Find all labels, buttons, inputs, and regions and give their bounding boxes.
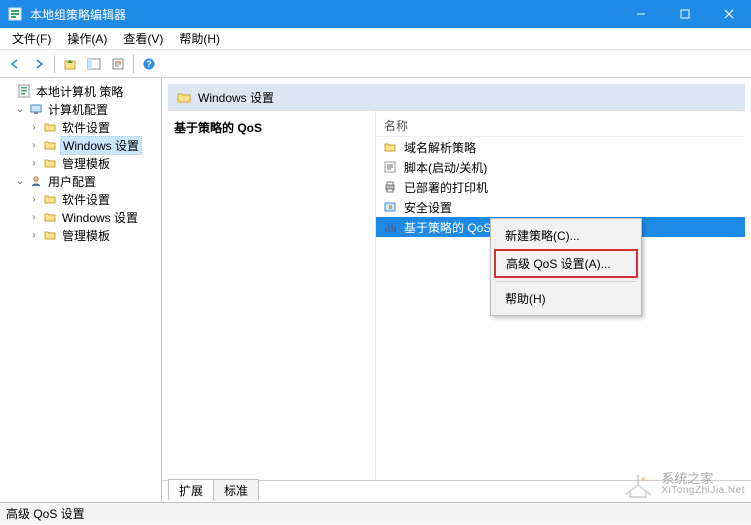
app-icon [8,6,24,22]
show-hide-tree-button[interactable] [83,53,105,75]
toolbar-separator [54,55,55,73]
tab-extended[interactable]: 扩展 [168,479,214,501]
folder-icon [42,191,58,207]
list-item-scripts[interactable]: 脚本(启动/关机) [376,157,745,177]
tree-windows-settings[interactable]: › Windows 设置 [0,136,161,154]
toolbar: ? [0,50,751,78]
close-button[interactable] [707,0,751,28]
tree-user-software[interactable]: › 软件设置 [0,190,161,208]
menu-view[interactable]: 查看(V) [115,28,171,49]
window-title: 本地组策略编辑器 [30,6,619,23]
watermark-text: 系统之家 XiTongZhiJia.Net [661,472,745,496]
list-label: 脚本(启动/关机) [402,159,489,176]
watermark: 系统之家 XiTongZhiJia.Net [621,469,745,499]
content-body: 基于策略的 QoS 名称 域名解析策略 脚本(启动/关机) 已部署的打印机 [168,110,745,480]
security-icon [382,200,398,214]
tree-label: 本地计算机 策略 [34,83,125,100]
tree-software-settings[interactable]: › 软件设置 [0,118,161,136]
tree-user-templates[interactable]: › 管理模板 [0,226,161,244]
tree-admin-templates[interactable]: › 管理模板 [0,154,161,172]
watermark-url: XiTongZhiJia.Net [661,485,745,496]
list-item-printers[interactable]: 已部署的打印机 [376,177,745,197]
computer-icon [28,101,44,117]
context-menu: 新建策略(C)... 高级 QoS 设置(A)... 帮助(H) [490,218,642,316]
tree-label: Windows 设置 [60,209,140,226]
list-item-security[interactable]: 安全设置 [376,197,745,217]
tree-user-windows[interactable]: › Windows 设置 [0,208,161,226]
tab-standard[interactable]: 标准 [213,479,259,501]
tree-label: 软件设置 [60,191,112,208]
tree-label: 管理模板 [60,155,112,172]
policy-icon [16,83,32,99]
tree-label: 计算机配置 [46,101,110,118]
folder-icon [42,209,58,225]
list-label: 已部署的打印机 [402,179,490,196]
status-text: 高级 QoS 设置 [6,505,85,522]
folder-icon [42,119,58,135]
folder-icon [176,90,192,104]
tree-label: Windows 设置 [60,136,142,155]
expand-icon[interactable]: › [28,140,40,151]
properties-button[interactable] [107,53,129,75]
content-header: Windows 设置 [168,84,745,110]
ctx-separator [496,281,636,282]
folder-icon [42,227,58,243]
content-pane: Windows 设置 基于策略的 QoS 名称 域名解析策略 脚本(启动/关机)… [162,78,751,502]
expand-icon[interactable]: › [28,230,40,241]
statusbar: 高级 QoS 设置 [0,502,751,524]
collapse-icon[interactable]: ⌄ [14,104,26,115]
toolbar-separator [133,55,134,73]
selection-heading: 基于策略的 QoS [174,119,369,136]
forward-button[interactable] [28,53,50,75]
tree-label: 用户配置 [46,173,98,190]
minimize-button[interactable] [619,0,663,28]
maximize-button[interactable] [663,0,707,28]
up-button[interactable] [59,53,81,75]
list-label: 基于策略的 QoS [402,219,493,236]
watermark-icon [621,469,655,499]
menu-file[interactable]: 文件(F) [4,28,59,49]
expand-icon[interactable]: › [28,194,40,205]
ctx-help[interactable]: 帮助(H) [494,285,638,312]
titlebar: 本地组策略编辑器 [0,0,751,28]
menubar: 文件(F) 操作(A) 查看(V) 帮助(H) [0,28,751,50]
back-button[interactable] [4,53,26,75]
expand-icon[interactable]: › [28,122,40,133]
column-header-name[interactable]: 名称 [376,115,745,137]
window-buttons [619,0,751,28]
tree-root[interactable]: 本地计算机 策略 [0,82,161,100]
tree-label: 软件设置 [60,119,112,136]
description-column: 基于策略的 QoS [168,111,376,480]
menu-action[interactable]: 操作(A) [59,28,115,49]
script-icon [382,160,398,174]
help-button[interactable]: ? [138,53,160,75]
ctx-new-policy[interactable]: 新建策略(C)... [494,222,638,249]
tree-computer-config[interactable]: ⌄ 计算机配置 [0,100,161,118]
folder-icon [42,137,58,153]
menu-help[interactable]: 帮助(H) [171,28,228,49]
ctx-advanced-qos[interactable]: 高级 QoS 设置(A)... [494,249,638,278]
folder-icon [42,155,58,171]
collapse-icon[interactable]: ⌄ [14,176,26,187]
folder-icon [382,140,398,154]
tree-pane: 本地计算机 策略 ⌄ 计算机配置 › 软件设置 › Windows 设置 › 管… [0,78,162,502]
printer-icon [382,180,398,194]
expand-icon[interactable]: › [28,158,40,169]
qos-icon [382,220,398,234]
tree-user-config[interactable]: ⌄ 用户配置 [0,172,161,190]
user-icon [28,173,44,189]
watermark-name: 系统之家 [661,472,745,485]
svg-text:?: ? [146,59,152,69]
list-item-dns[interactable]: 域名解析策略 [376,137,745,157]
content-header-title: Windows 设置 [198,89,274,106]
list-label: 安全设置 [402,199,454,216]
list-label: 域名解析策略 [402,139,478,156]
expand-icon[interactable]: › [28,212,40,223]
tree-label: 管理模板 [60,227,112,244]
